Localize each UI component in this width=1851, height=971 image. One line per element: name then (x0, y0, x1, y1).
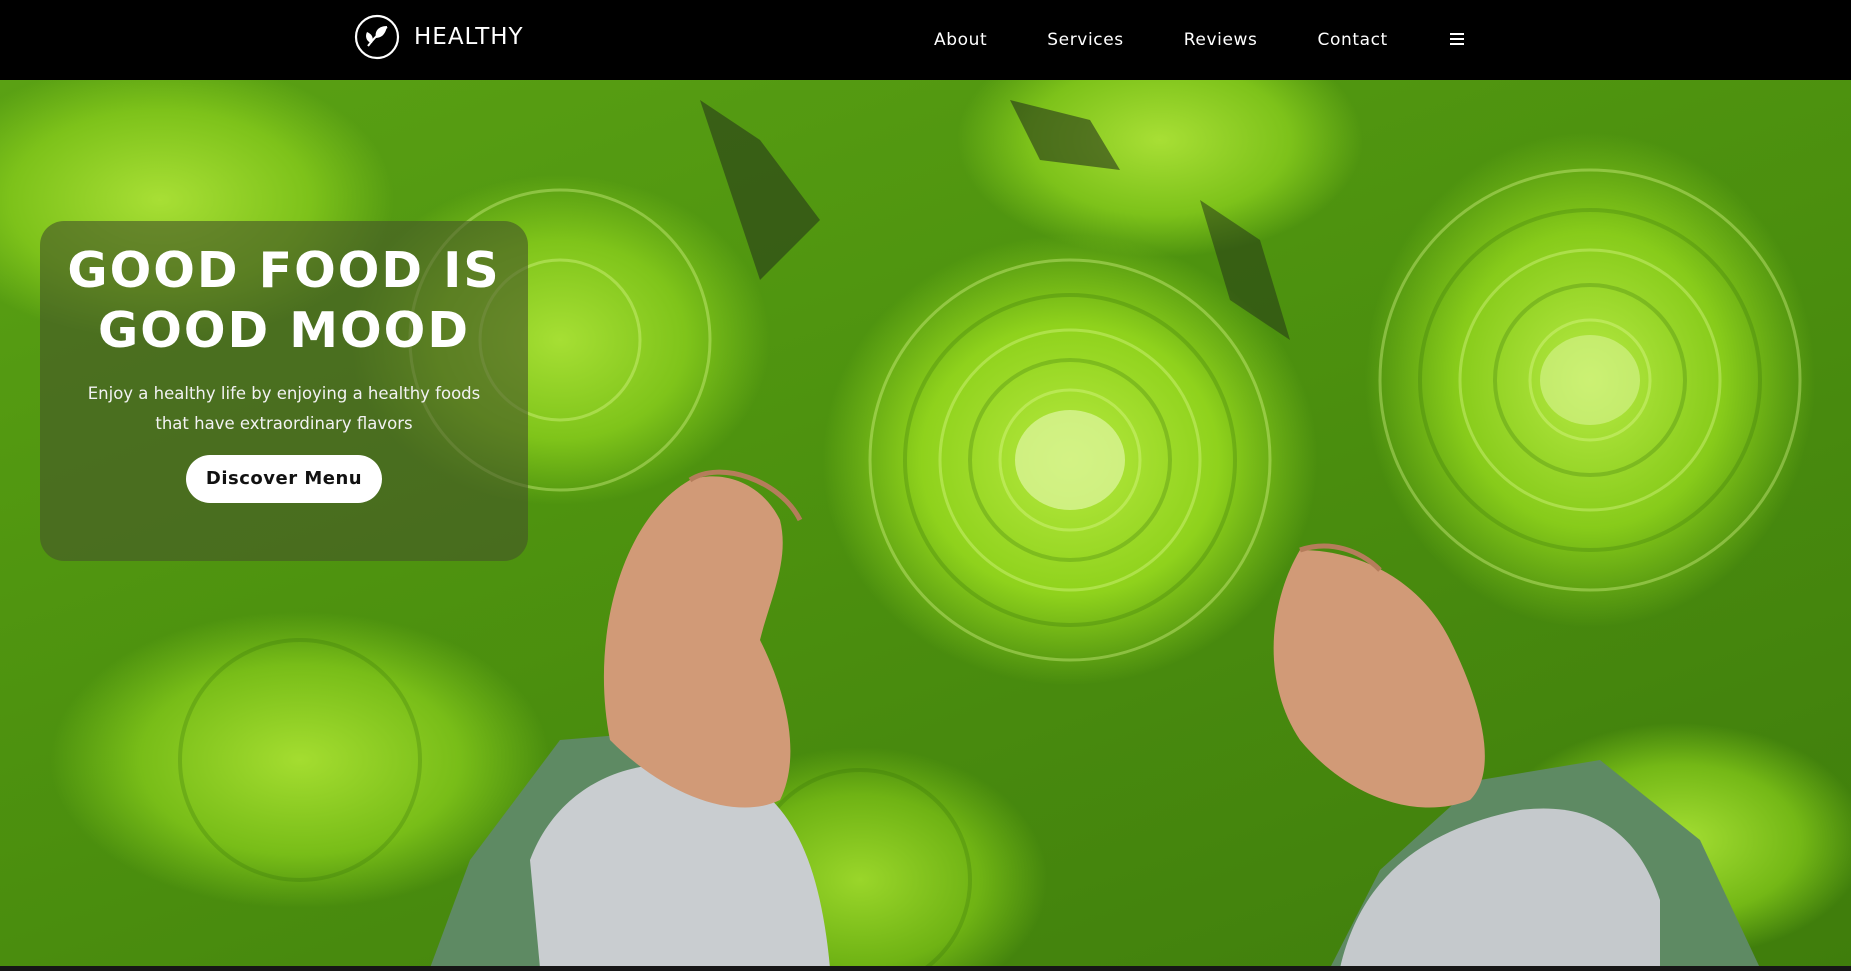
hamburger-bar (1450, 38, 1464, 40)
hero-section: GOOD FOOD IS GOOD MOOD Enjoy a healthy l… (0, 80, 1851, 968)
brand-name: HEALTHY (414, 24, 524, 50)
hero-subtitle: Enjoy a healthy life by enjoying a healt… (87, 384, 481, 433)
hamburger-bar (1450, 43, 1464, 45)
hero-card: GOOD FOOD IS GOOD MOOD Enjoy a healthy l… (40, 221, 528, 561)
brand-link[interactable]: HEALTHY (354, 14, 524, 60)
hero-title-line-1: GOOD FOOD IS (67, 242, 501, 299)
main-nav: About Services Reviews Contact (934, 0, 1388, 80)
page-bottom-border (0, 966, 1851, 971)
leaf-circle-icon (354, 14, 400, 60)
nav-link-about[interactable]: About (934, 30, 987, 50)
site-header: HEALTHY About Services Reviews Contact (0, 0, 1851, 80)
nav-link-contact[interactable]: Contact (1317, 30, 1387, 50)
hamburger-icon[interactable] (1450, 31, 1466, 47)
landing-page: HEALTHY About Services Reviews Contact G… (0, 0, 1851, 971)
nav-link-reviews[interactable]: Reviews (1184, 30, 1258, 50)
nav-link-services[interactable]: Services (1047, 30, 1124, 50)
hero-title-line-2: GOOD MOOD (97, 302, 470, 359)
discover-menu-button[interactable]: Discover Menu (185, 455, 383, 503)
hamburger-bar (1450, 33, 1464, 35)
hero-title: GOOD FOOD IS GOOD MOOD (40, 241, 528, 361)
